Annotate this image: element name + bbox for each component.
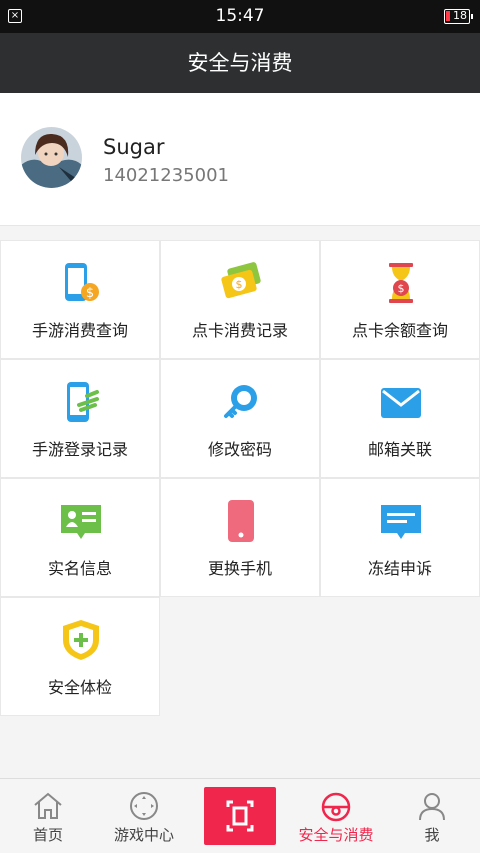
grid-item-label: 冻结申诉 — [367, 559, 432, 578]
grid-item-label: 点卡消费记录 — [191, 321, 288, 340]
status-bar: × 15:47 18 — [0, 0, 480, 33]
grid-item-label: 实名信息 — [47, 559, 112, 578]
grid-item-label: 手游登录记录 — [31, 440, 128, 459]
shield-plus-icon — [63, 620, 99, 660]
grid-item-mobile-spending[interactable]: $ 手游消费查询 — [0, 240, 160, 359]
gamepad-icon — [130, 792, 158, 820]
user-icon — [419, 793, 445, 821]
grid-item-mobile-login[interactable]: 手游登录记录 — [0, 359, 160, 478]
profile-name: Sugar — [103, 135, 165, 159]
battery-icon: 18 — [444, 9, 473, 24]
key-icon — [224, 385, 257, 418]
mail-icon — [381, 388, 421, 418]
scan-button[interactable] — [204, 787, 276, 845]
grid-item-card-records[interactable]: $ 点卡消费记录 — [160, 240, 320, 359]
grid-item-label: 安全体检 — [47, 678, 112, 697]
grid-item-label: 更换手机 — [207, 559, 272, 578]
grid-item-email-link[interactable]: 邮箱关联 — [320, 359, 480, 478]
phone-coin-icon: $ — [65, 263, 99, 301]
phone-login-icon — [67, 382, 99, 422]
hourglass-coin-icon: $ — [389, 263, 413, 303]
tab-label: 首页 — [32, 826, 63, 844]
page-title: 安全与消费 — [0, 33, 480, 93]
grid-item-security-check[interactable]: 安全体检 — [0, 597, 160, 716]
home-icon — [34, 792, 62, 819]
svg-text:$: $ — [236, 278, 243, 291]
grid-item-label: 邮箱关联 — [367, 440, 432, 459]
message-icon — [381, 505, 421, 539]
grid-item-change-phone[interactable]: 更换手机 — [160, 478, 320, 597]
grid-item-label: 点卡余额查询 — [351, 321, 448, 340]
tab-game-center[interactable]: 游戏中心 — [96, 779, 192, 853]
status-time: 15:47 — [215, 6, 265, 26]
grid-item-label: 修改密码 — [207, 440, 272, 459]
tab-me[interactable]: 我 — [384, 779, 480, 853]
tab-security-consumption[interactable]: 安全与消费 — [288, 779, 384, 853]
tab-home[interactable]: 首页 — [0, 779, 96, 853]
avatar[interactable] — [21, 127, 82, 188]
id-card-icon — [61, 505, 101, 539]
svg-text:$: $ — [86, 286, 94, 301]
grid-item-label: 手游消费查询 — [31, 321, 128, 340]
scan-icon — [226, 800, 254, 832]
grid-item-change-password[interactable]: 修改密码 — [160, 359, 320, 478]
profile-card[interactable]: Sugar 14021235001 — [0, 93, 480, 226]
tab-label: 我 — [424, 826, 440, 844]
svg-text:$: $ — [398, 282, 405, 295]
grid-item-freeze-appeal[interactable]: 冻结申诉 — [320, 478, 480, 597]
safety-icon — [321, 792, 351, 822]
bottom-tab-bar: 首页 游戏中心 安全与消费 我 — [0, 778, 480, 853]
money-card-icon: $ — [221, 262, 261, 299]
phone-icon — [228, 500, 254, 542]
grid-item-card-balance[interactable]: $ 点卡余额查询 — [320, 240, 480, 359]
grid-item-real-name[interactable]: 实名信息 — [0, 478, 160, 597]
tab-label: 安全与消费 — [298, 826, 374, 844]
tab-label: 游戏中心 — [113, 826, 174, 844]
profile-phone: 14021235001 — [103, 165, 229, 186]
